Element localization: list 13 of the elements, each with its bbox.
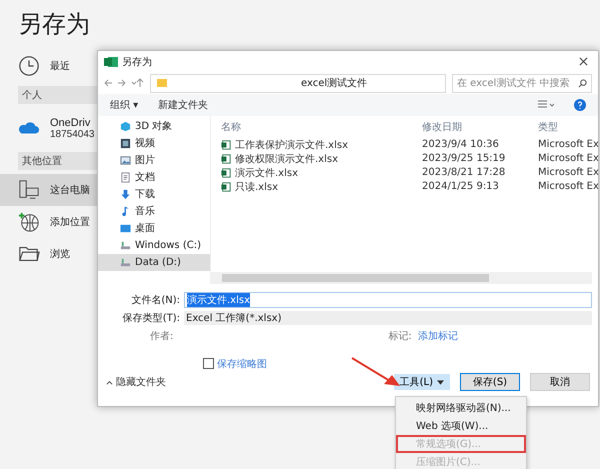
file-date: 2023/9/4 10:36 (422, 139, 500, 150)
file-date: 2023/9/25 15:19 (422, 153, 506, 164)
file-date: 2024/1/25 9:13 (422, 181, 500, 192)
file-date: 2023/8/21 17:28 (422, 167, 506, 178)
dialog-title: 另存为 (122, 56, 152, 69)
field-label: 文件名(N): (130, 294, 180, 307)
account-id: 18754043 (50, 128, 94, 140)
page-title: 另存为 (18, 9, 91, 40)
checkbox-label: 保存缩略图 (217, 358, 267, 370)
field-label: 保存类型(T): (122, 312, 180, 325)
account-name: OneDriv (50, 116, 92, 128)
author-label: 作者: (150, 330, 174, 343)
tags-label: 标记: (388, 330, 412, 343)
